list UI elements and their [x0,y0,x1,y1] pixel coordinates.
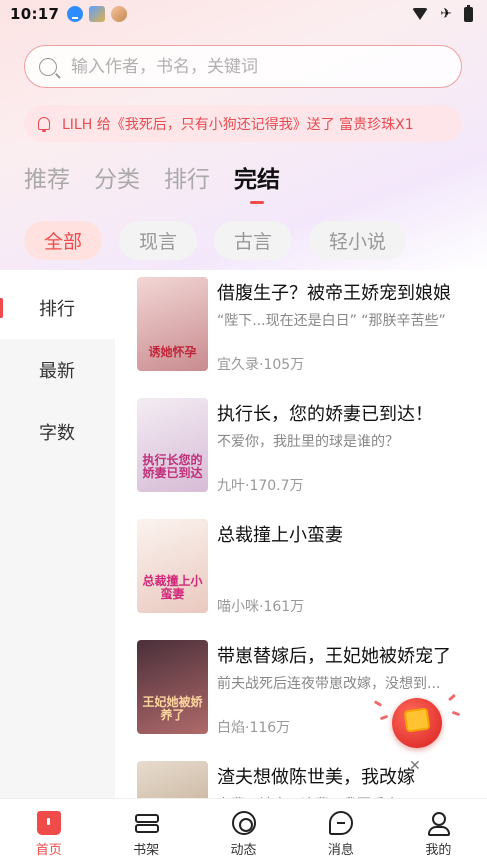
book-cover-image[interactable]: 总裁撞上小蛮妻 [137,519,208,613]
profile-icon [426,811,451,836]
download-icon [67,6,84,22]
filter-chip[interactable]: 轻小说 [309,221,407,260]
notice-text: LILH 给《我死后，只有小狗还记得我》送了 富贵珍珠X1 [62,116,414,133]
tab-1[interactable]: 分类 [94,160,140,204]
close-icon[interactable]: ✕ [409,758,421,774]
book-author-wordcount: 白焰·116万 [217,720,291,736]
cover-title-text: 总裁撞上小蛮妻 [142,573,203,601]
left-nav: 排行 最新 字数 [0,277,115,798]
book-item[interactable]: 诱她怀孕 借腹生子？被帝王娇宠到娘娘 “陛下...现在还是白日” “那朕辛苦些” 宜久… [115,277,487,398]
tab-3[interactable]: 完结 [234,160,280,204]
bottom-nav-item[interactable]: 首页 [0,799,97,866]
status-bar: 10:17 ✈ [0,0,487,28]
sparkle-icon [379,714,389,721]
reward-float-button[interactable] [373,690,462,752]
tab-0[interactable]: 推荐 [24,160,70,204]
cover-title-text: 诱她怀孕 [148,344,197,359]
main-tabs: 推荐 分类 排行 完结 [24,160,304,204]
filter-chip[interactable]: 现言 [119,221,198,260]
red-packet-icon [392,698,442,748]
airplane-icon: ✈ [440,6,452,22]
app-icon [89,6,106,22]
bottom-nav-item[interactable]: 消息 [292,799,389,866]
book-title[interactable]: 带崽替嫁后，王妃她被娇宠了 [217,642,479,668]
battery-icon [464,4,473,22]
book-cover-image[interactable]: 王妃她被娇养了 [137,640,208,734]
home-icon [36,811,61,835]
bottom-nav-label: 书架 [133,843,160,858]
cover-title-text: 执行长您的娇妻已到达 [142,452,203,480]
bottom-nav-item[interactable]: 书架 [97,799,194,866]
bottom-nav: 首页 书架 动态 消息 我的 [0,798,487,866]
book-title[interactable]: 总裁撞上小蛮妻 [217,521,479,547]
book-description: 不爱你，我肚里的球是谁的？ [217,434,399,450]
sparkle-icon [451,710,461,717]
search-icon [39,57,57,76]
trend-icon [231,811,256,835]
bottom-nav-label: 首页 [35,843,62,858]
cover-title-text: 王妃她被娇养了 [142,694,203,722]
bottom-nav-label: 我的 [425,843,452,858]
book-title[interactable]: 执行长，您的娇妻已到达！ [217,400,479,426]
book-item[interactable]: 渣夫想做陈世美，我改嫁上辈子被害，这辈子我要反击 [115,761,487,798]
bottom-nav-label: 消息 [327,843,354,858]
bookshelf-icon [134,811,160,835]
sparkle-icon [447,693,457,702]
book-cover-image[interactable]: 诱她怀孕 [137,277,208,371]
filter-chip[interactable]: 全部 [24,221,103,260]
bottom-nav-label: 动态 [230,843,257,858]
book-title[interactable]: 借腹生子？被帝王娇宠到娘娘 [217,279,479,305]
filter-chip[interactable]: 古言 [214,221,293,260]
bottom-nav-item[interactable]: 我的 [390,799,487,866]
bottom-nav-item[interactable]: 动态 [195,799,292,866]
search-input[interactable] [71,56,431,77]
book-author-wordcount: 宜久录·105万 [217,357,305,373]
coin-icon [403,707,431,733]
book-cover-image[interactable]: 执行长您的娇妻已到达 [137,398,208,492]
status-time: 10:17 [10,5,60,23]
sidebar-item[interactable]: 字数 [0,401,115,463]
wifi-icon [412,8,429,20]
book-cover-image[interactable] [137,761,208,798]
message-icon [328,811,353,835]
sparkle-icon [373,700,383,707]
tab-2[interactable]: 排行 [164,160,210,204]
sidebar-item[interactable]: 排行 [0,277,115,339]
app-icon [111,6,128,22]
bell-icon [36,116,52,132]
search-bar[interactable] [24,45,462,88]
book-item[interactable]: 执行长您的娇妻已到达 执行长，您的娇妻已到达！ 不爱你，我肚里的球是谁的？ 九叶·17… [115,398,487,519]
category-filters: 全部 现言 古言 轻小说 [24,221,407,260]
book-author-wordcount: 喵小咪·161万 [217,599,305,615]
sidebar-item[interactable]: 最新 [0,339,115,401]
gift-notice-banner[interactable]: LILH 给《我死后，只有小狗还记得我》送了 富贵珍珠X1 [24,105,462,142]
book-description: “陛下...现在还是白日” “那朕辛苦些” [217,313,446,329]
book-author-wordcount: 九叶·170.7万 [217,478,304,494]
book-item[interactable]: 总裁撞上小蛮妻 总裁撞上小蛮妻 喵小咪·161万 [115,519,487,640]
book-title[interactable]: 渣夫想做陈世美，我改嫁 [217,763,479,789]
